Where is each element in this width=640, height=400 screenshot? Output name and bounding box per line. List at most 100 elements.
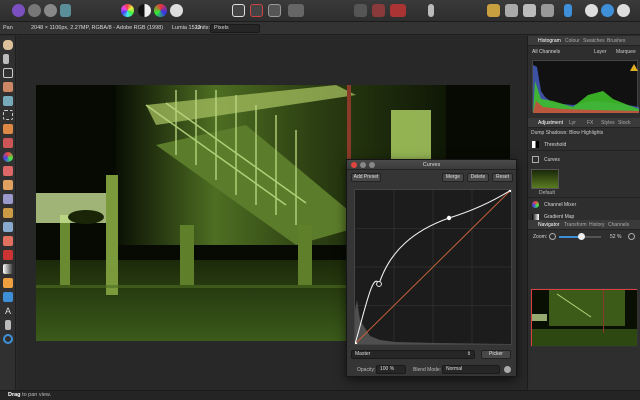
curve-point[interactable] <box>376 281 382 287</box>
export-persona-icon[interactable] <box>60 4 71 17</box>
zoom-slider-knob[interactable] <box>577 233 585 240</box>
tab-stock[interactable]: Stock <box>618 118 631 128</box>
tab-colour[interactable]: Colour <box>565 36 580 46</box>
curves-plot <box>352 187 514 347</box>
threshold-icon <box>532 141 539 148</box>
selection-brush-icon[interactable] <box>3 82 13 92</box>
split-view-icon[interactable] <box>601 4 614 17</box>
zoom-value[interactable]: 52 % <box>610 234 621 240</box>
rectangle-tool-icon[interactable] <box>3 292 13 302</box>
blend-mode-label: Blend Mode: <box>413 367 442 373</box>
erase-brush-icon[interactable] <box>3 166 13 176</box>
reset-button[interactable]: Reset <box>492 173 513 182</box>
auto-levels-icon[interactable] <box>121 4 134 17</box>
zoom-in-icon[interactable] <box>628 233 635 240</box>
flood-select-icon[interactable] <box>3 96 13 106</box>
move-tool-icon[interactable] <box>3 54 9 64</box>
zoom-out-icon[interactable] <box>549 233 556 240</box>
units-dropdown[interactable]: Pixels <box>210 24 260 33</box>
dodge-brush-icon[interactable] <box>3 180 13 190</box>
preset-thumbnail[interactable] <box>531 169 559 189</box>
shape-tool-icon[interactable] <box>3 278 13 288</box>
inpainting-icon[interactable] <box>3 236 13 246</box>
tab-styles[interactable]: Styles <box>601 118 615 128</box>
tab-swatches[interactable]: Swatches <box>583 36 605 46</box>
picker-button[interactable]: Picker <box>481 350 511 359</box>
tab-fx[interactable]: FX <box>587 118 593 128</box>
marquee-rect-icon[interactable] <box>232 4 245 17</box>
auto-white-balance-icon[interactable] <box>170 4 183 17</box>
assistant-icon[interactable] <box>372 4 385 17</box>
histogram-layer-option[interactable]: Layer <box>594 49 607 55</box>
snap-icon[interactable] <box>505 4 518 17</box>
auto-colours-icon[interactable] <box>154 4 167 17</box>
align-icon[interactable] <box>523 4 536 17</box>
histogram-channel-dropdown[interactable]: All Channels <box>532 49 560 55</box>
mirror-view-icon[interactable] <box>617 4 630 17</box>
delete-button[interactable]: Delete <box>467 173 489 182</box>
red-eye-icon[interactable] <box>3 250 13 260</box>
tab-histogram[interactable]: Histogram <box>538 36 561 46</box>
document-info: 2048 × 1106px, 2.27MP, RGBA/8 - Adobe RG… <box>31 25 164 31</box>
maximize-icon[interactable] <box>369 162 375 168</box>
close-icon[interactable] <box>351 162 357 168</box>
context-toolbar: Pan 2048 × 1106px, 2.27MP, RGBA/8 - Adob… <box>0 22 640 35</box>
gradient-tool-icon[interactable] <box>3 264 13 274</box>
tab-brushes[interactable]: Brushes <box>607 36 625 46</box>
zoom-tool-icon[interactable] <box>3 334 13 344</box>
adjustment-curves[interactable]: Curves <box>528 153 640 166</box>
curves-graph[interactable] <box>352 187 514 347</box>
curve-point[interactable] <box>446 215 452 221</box>
distribute-icon[interactable] <box>541 4 554 17</box>
paint-brush-icon[interactable] <box>3 138 13 148</box>
main-toolbar <box>0 0 640 22</box>
tab-adjustment[interactable]: Adjustment <box>538 118 563 128</box>
tab-history[interactable]: History <box>589 220 605 230</box>
photo-persona-icon[interactable] <box>12 4 25 17</box>
zoom-slider[interactable] <box>559 233 601 240</box>
dialog-titlebar[interactable]: Curves <box>347 160 516 170</box>
deselect-icon[interactable] <box>250 4 263 17</box>
navigator-preview[interactable] <box>530 288 638 347</box>
add-preset-button[interactable]: Add Preset <box>351 173 381 182</box>
adjustment-gradient-map[interactable]: Gradient Map <box>528 212 640 220</box>
brush-mode-icon[interactable] <box>390 4 406 17</box>
blemish-icon[interactable] <box>3 208 13 218</box>
opacity-field[interactable]: 100 % <box>376 365 406 374</box>
histogram-graph <box>532 60 639 113</box>
marquee-tool-icon[interactable] <box>3 110 13 120</box>
navigator-view-box[interactable] <box>531 289 637 346</box>
tab-layers[interactable]: Lyr <box>569 118 576 128</box>
tab-navigator[interactable]: Navigator <box>538 220 559 230</box>
opacity-label: Opacity: <box>357 367 376 373</box>
gear-icon[interactable] <box>504 366 511 373</box>
tab-transform[interactable]: Transform <box>564 220 587 230</box>
mask-mode-icon[interactable] <box>354 4 367 17</box>
curves-icon <box>532 156 539 163</box>
pen-tool-icon[interactable] <box>428 4 434 17</box>
smudge-brush-icon[interactable] <box>3 222 13 232</box>
histogram-marquee-option[interactable]: Marquee <box>616 49 636 55</box>
develop-persona-icon[interactable] <box>44 4 57 17</box>
invert-selection-icon[interactable] <box>268 4 281 17</box>
blend-mode-dropdown[interactable]: Normal <box>442 365 500 374</box>
hand-tool-icon[interactable] <box>3 40 13 50</box>
arrange-icon[interactable] <box>487 4 500 17</box>
channel-dropdown[interactable]: Master ⇕ <box>351 350 475 359</box>
colour-wheel-icon[interactable] <box>3 152 13 162</box>
minimize-icon[interactable] <box>360 162 366 168</box>
crop-tool-icon[interactable] <box>3 68 13 78</box>
adjustment-threshold[interactable]: Threshold <box>528 138 640 151</box>
pen-tool-icon[interactable] <box>5 320 11 330</box>
quick-mask-icon[interactable] <box>288 4 304 17</box>
view-mode-icon[interactable] <box>585 4 598 17</box>
text-tool-icon[interactable]: A <box>3 306 13 316</box>
merge-button[interactable]: Merge <box>442 173 464 182</box>
colour-picker-icon[interactable] <box>3 124 13 134</box>
clone-brush-icon[interactable] <box>3 194 13 204</box>
studio-icon[interactable] <box>564 4 572 17</box>
liquify-persona-icon[interactable] <box>28 4 41 17</box>
tab-channels[interactable]: Channels <box>608 220 629 230</box>
auto-contrast-icon[interactable] <box>138 4 151 17</box>
adjustment-channel-mixer[interactable]: Channel Mixer <box>528 197 640 210</box>
